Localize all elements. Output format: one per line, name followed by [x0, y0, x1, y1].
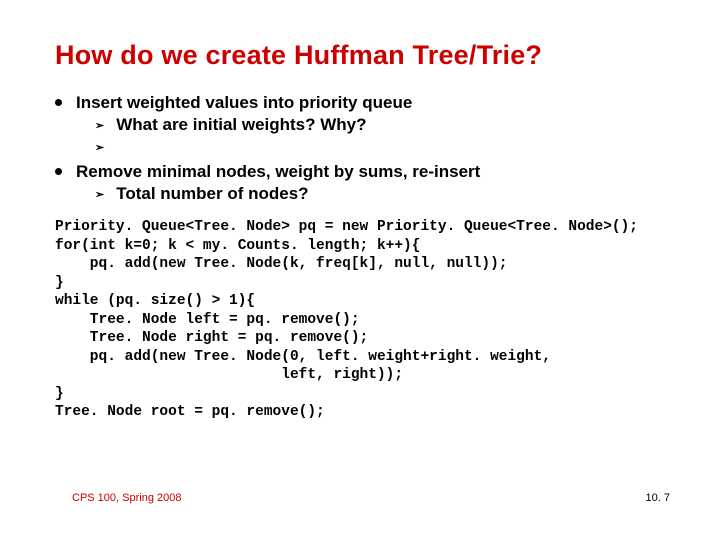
chevron-right-icon: ➢ — [95, 141, 104, 154]
slide-title: How do we create Huffman Tree/Trie? — [55, 40, 670, 71]
bullet-text: What are initial weights? Why? — [116, 115, 366, 135]
bullet-dot-icon — [55, 99, 62, 106]
footer-right: 10. 7 — [646, 492, 670, 504]
bullet-dot-icon — [55, 168, 62, 175]
bullet-level2: ➢ Total number of nodes? — [95, 184, 670, 204]
footer-left: CPS 100, Spring 2008 — [72, 492, 181, 504]
bullet-level1: Insert weighted values into priority que… — [55, 93, 670, 113]
bullet-level2-empty: ➢ — [95, 137, 670, 154]
chevron-right-icon: ➢ — [95, 119, 104, 132]
bullet-text: Insert weighted values into priority que… — [76, 93, 412, 113]
chevron-right-icon: ➢ — [95, 188, 104, 201]
bullet-level2: ➢ What are initial weights? Why? — [95, 115, 670, 135]
bullet-text: Total number of nodes? — [116, 184, 308, 204]
slide: How do we create Huffman Tree/Trie? Inse… — [0, 0, 720, 540]
bullet-level1: Remove minimal nodes, weight by sums, re… — [55, 162, 670, 182]
bullet-text: Remove minimal nodes, weight by sums, re… — [76, 162, 480, 182]
code-block: Priority. Queue<Tree. Node> pq = new Pri… — [55, 218, 670, 422]
